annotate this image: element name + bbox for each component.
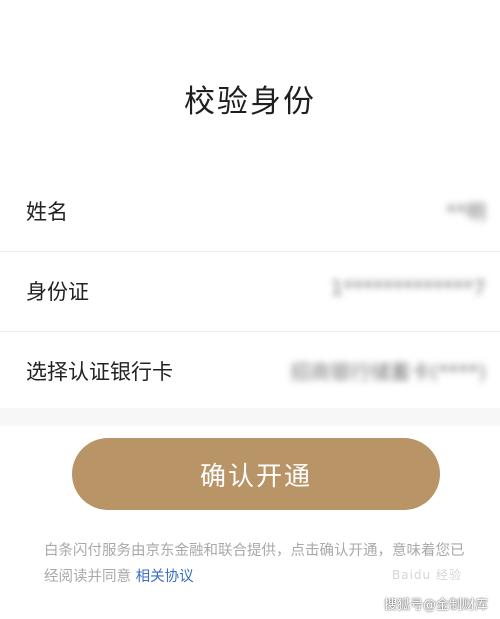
id-card-label: 身份证 bbox=[26, 280, 89, 304]
bank-card-row[interactable]: 选择认证银行卡 招商银行储蓄卡(****) bbox=[0, 332, 500, 412]
page-title: 校验身份 bbox=[184, 84, 316, 120]
name-label: 姓名 bbox=[26, 200, 68, 224]
sohu-watermark: 搜狐号@金制财库 bbox=[384, 598, 489, 613]
baidu-watermark: Baidu 经验 bbox=[392, 568, 462, 582]
section-divider bbox=[0, 408, 500, 426]
bank-card-value[interactable]: 招商银行储蓄卡(****) bbox=[290, 356, 486, 385]
id-card-row: 身份证 1*************7 bbox=[0, 252, 500, 332]
agreement-link[interactable]: 相关协议 bbox=[136, 569, 194, 585]
bank-card-label: 选择认证银行卡 bbox=[26, 360, 173, 384]
name-value: **明 bbox=[446, 200, 486, 224]
confirm-open-button[interactable]: 确认开通 bbox=[72, 438, 440, 510]
id-card-value: 1*************7 bbox=[330, 276, 486, 300]
name-row: 姓名 **明 bbox=[0, 172, 500, 252]
